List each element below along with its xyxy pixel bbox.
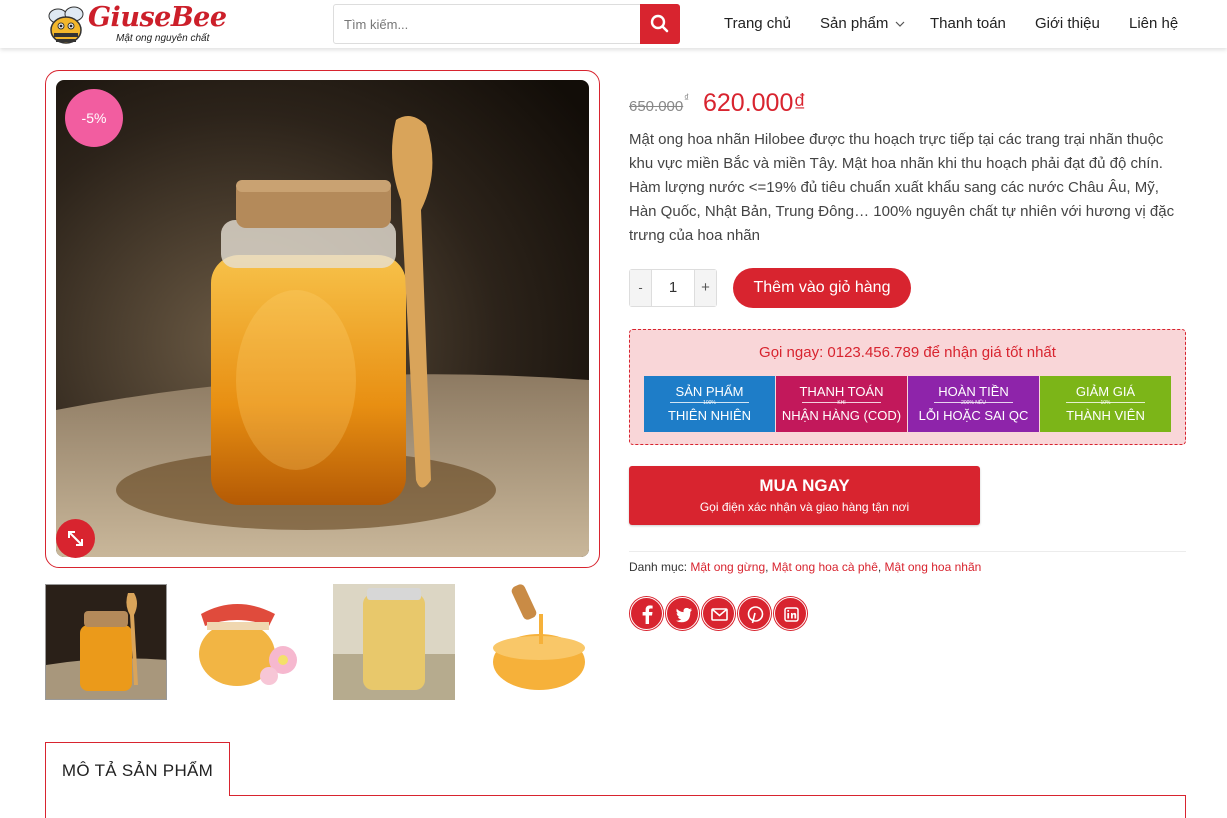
nav-item-products[interactable]: Sản phẩm <box>820 0 905 48</box>
category-link[interactable]: Mật ong hoa cà phê <box>772 560 878 574</box>
promo-call-text: Gọi ngay: 0123.456.789 để nhận giá tốt n… <box>759 344 1056 361</box>
old-price: 650.000 <box>629 98 684 115</box>
quantity-increase-button[interactable]: + <box>694 270 716 306</box>
old-price-currency: ₫ <box>684 93 690 104</box>
sale-price: 620.000₫ <box>703 89 807 117</box>
honey-jar-thumbnail <box>46 585 166 699</box>
tab-product-description[interactable]: MÔ TẢ SẢN PHẨM <box>45 742 230 796</box>
product-main-image[interactable] <box>56 80 589 557</box>
search-bar <box>333 4 680 44</box>
site-logo[interactable]: GiuseBee Mật ong nguyên chất <box>44 0 227 48</box>
search-icon <box>650 14 669 33</box>
thumbnail-2[interactable] <box>189 584 311 700</box>
benefit-title: SẢN PHẨM <box>675 384 744 399</box>
benefit-title: THANH TOÁN <box>799 384 884 399</box>
honey-bottle-thumbnail <box>333 584 455 700</box>
email-share-button[interactable] <box>702 597 735 630</box>
thumbnail-4[interactable] <box>477 584 599 700</box>
benefit-title: HOÀN TIỀN <box>938 384 1009 399</box>
benefit-note: 100% <box>703 400 716 406</box>
quantity-input[interactable]: 1 <box>652 270 694 306</box>
benefit-note: 200% NẾU <box>961 400 986 406</box>
benefit-member-discount: GIẢM GIÁ 10% THÀNH VIÊN <box>1040 376 1171 432</box>
logo-tagline: Mật ong nguyên chất <box>116 33 210 44</box>
benefit-title: GIẢM GIÁ <box>1075 384 1136 399</box>
quantity-decrease-button[interactable]: - <box>630 270 652 306</box>
linkedin-icon <box>784 607 799 622</box>
benefit-natural: SẢN PHẨM 100% THIÊN NHIÊN <box>644 376 775 432</box>
expand-icon <box>68 531 83 546</box>
benefit-refund: HOÀN TIỀN 200% NẾU LỖI HOẶC SAI QC <box>908 376 1039 432</box>
search-input[interactable] <box>334 5 640 43</box>
category-link[interactable]: Mật ong hoa nhãn <box>885 560 982 574</box>
quantity-stepper: - 1 + <box>629 269 717 307</box>
panel-border-right <box>1185 795 1186 818</box>
linkedin-share-button[interactable] <box>774 597 807 630</box>
promo-box: Gọi ngay: 0123.456.789 để nhận giá tốt n… <box>629 329 1186 445</box>
nav-item-payment[interactable]: Thanh toán <box>930 0 1006 48</box>
benefit-subtitle: NHẬN HÀNG (COD) <box>781 408 902 423</box>
logo-text: GiuseBee <box>88 2 227 33</box>
add-to-cart-button[interactable]: Thêm vào giỏ hàng <box>733 268 911 308</box>
honey-dipper-thumbnail <box>477 584 599 700</box>
zoom-button[interactable] <box>56 519 95 558</box>
categories-label: Danh mục: <box>629 560 688 574</box>
buy-now-button[interactable]: MUA NGAY Gọi điện xác nhận và giao hàng … <box>629 466 980 525</box>
benefit-note: 10% <box>1100 400 1111 406</box>
nav-item-contact[interactable]: Liên hệ <box>1129 0 1178 48</box>
email-icon <box>711 608 728 621</box>
benefit-subtitle: THIÊN NHIÊN <box>667 408 752 423</box>
site-header: GiuseBee Mật ong nguyên chất Trang chủ S… <box>0 0 1227 48</box>
buy-now-title: MUA NGAY <box>759 476 850 495</box>
product-categories: Danh mục: Mật ong gừng, Mật ong hoa cà p… <box>629 560 982 574</box>
benefit-subtitle: THÀNH VIÊN <box>1066 408 1145 423</box>
discount-badge: -5% <box>65 89 123 147</box>
thumbnail-3[interactable] <box>333 584 455 700</box>
nav-item-home[interactable]: Trang chủ <box>724 0 791 48</box>
facebook-share-button[interactable] <box>630 597 663 630</box>
tab-divider <box>230 795 1186 796</box>
benefit-cod: THANH TOÁN KHI NHẬN HÀNG (COD) <box>776 376 907 432</box>
panel-border-left <box>45 795 46 818</box>
pinterest-share-button[interactable] <box>738 597 771 630</box>
search-button[interactable] <box>640 4 680 44</box>
nav-item-products-label: Sản phẩm <box>820 15 889 32</box>
benefit-note: KHI <box>837 400 846 406</box>
divider <box>629 551 1186 552</box>
honey-jar-image <box>56 80 589 557</box>
product-description: Mật ong hoa nhãn Hilobee được thu hoạch … <box>629 131 1175 244</box>
category-link[interactable]: Mật ong gừng <box>690 560 765 574</box>
nav-item-about[interactable]: Giới thiệu <box>1035 0 1100 48</box>
honey-pot-thumbnail <box>189 584 311 700</box>
bee-icon <box>48 6 84 44</box>
pinterest-icon <box>747 606 764 624</box>
twitter-share-button[interactable] <box>666 597 699 630</box>
thumbnail-1[interactable] <box>45 584 167 700</box>
benefit-subtitle: LỖI HOẶC SAI QC <box>918 408 1029 423</box>
twitter-icon <box>676 607 692 623</box>
chevron-down-icon <box>895 21 904 27</box>
facebook-icon <box>642 605 653 624</box>
buy-now-subtitle: Gọi điện xác nhận và giao hàng tận nơi <box>699 500 910 514</box>
